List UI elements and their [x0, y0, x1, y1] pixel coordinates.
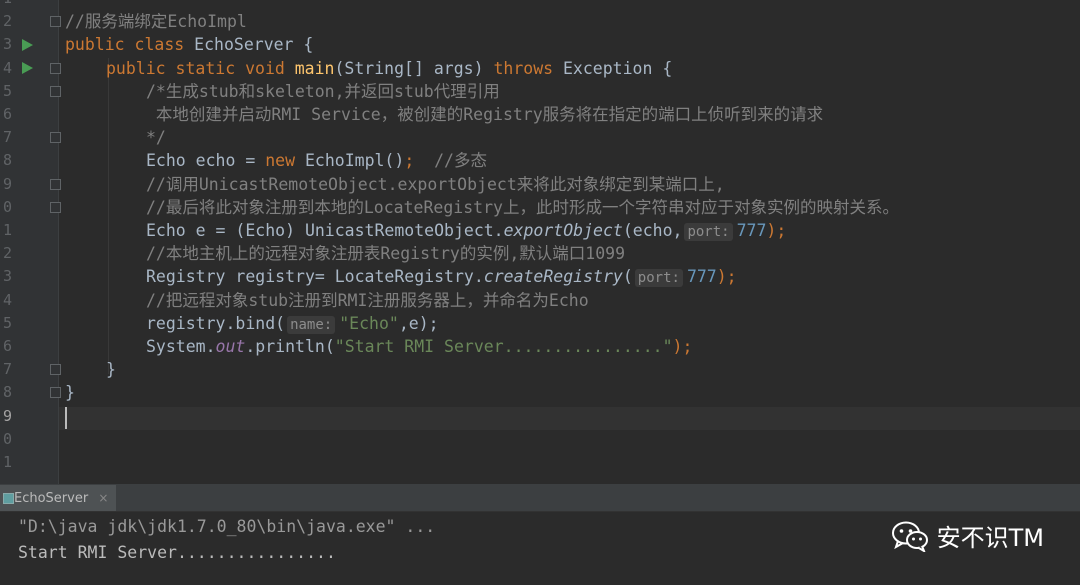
run-tab-label: EchoServer: [14, 491, 89, 506]
line-number: 8: [2, 383, 12, 402]
console-command-line: "D:\java jdk\jdk1.7.0_80\bin\java.exe" .…: [18, 517, 436, 536]
watermark-text: 安不识TM: [936, 524, 1044, 552]
fold-icon[interactable]: [50, 364, 61, 375]
line-number: 4: [2, 290, 12, 309]
line-number: 0: [2, 429, 12, 448]
line-number: 9: [2, 174, 12, 193]
code-line: }: [65, 383, 75, 403]
line-number: 6: [2, 337, 12, 355]
line-number: 1: [2, 453, 12, 471]
fold-icon[interactable]: [50, 16, 61, 27]
line-number: 1: [2, 221, 12, 239]
line-number: 1: [0, 0, 12, 10]
run-tab-bar: EchoServer ×: [0, 485, 1080, 512]
code-line: }: [106, 360, 116, 380]
line-number: 8: [2, 151, 12, 170]
wechat-icon: [891, 521, 928, 552]
code-line: Registry registry= LocateRegistry.create…: [146, 267, 737, 288]
code-line: //把远程对象stub注册到RMI注册服务器上，并命名为Echo: [146, 290, 589, 310]
line-number: 6: [2, 105, 12, 123]
code-line: public static void main(String[] args) t…: [106, 58, 673, 78]
console-output-line: Start RMI Server................: [18, 543, 336, 562]
param-hint: port:: [634, 269, 683, 288]
indent-guide: [108, 58, 109, 374]
close-icon[interactable]: ×: [98, 491, 108, 505]
code-line: public class EchoServer {: [65, 35, 314, 55]
code-line: Echo echo = new EchoImpl(); //多态: [146, 151, 487, 171]
line-number: 2: [2, 244, 12, 263]
text-caret: [65, 407, 67, 429]
line-number: 7: [2, 128, 12, 147]
watermark: 安不识TM: [891, 518, 1044, 553]
code-line: //最后将此对象注册到本地的LocateRegistry上，此时形成一个字符串对…: [146, 197, 899, 217]
fold-icon[interactable]: [50, 387, 61, 398]
run-class-icon[interactable]: [22, 39, 33, 51]
code-line: */: [146, 128, 166, 148]
param-hint: name:: [287, 315, 336, 334]
fold-icon[interactable]: [50, 86, 61, 97]
console-icon: [3, 493, 14, 504]
line-number: 9: [2, 406, 12, 425]
code-line: //调用UnicastRemoteObject.exportObject来将此对…: [146, 174, 725, 194]
code-line: registry.bind(name: "Echo",e);: [146, 313, 439, 334]
code-line: Echo e = (Echo) UnicastRemoteObject.expo…: [146, 221, 787, 241]
param-hint: port:: [684, 223, 733, 241]
run-main-icon[interactable]: [22, 62, 33, 74]
code-line: //本地主机上的远程对象注册表Registry的实例,默认端口1099: [146, 244, 626, 264]
line-number: 3: [2, 267, 12, 286]
line-number: 3: [2, 35, 12, 54]
code-line: /*生成stub和skeleton,并返回stub代理引用: [146, 81, 500, 101]
line-number: 2: [2, 12, 12, 31]
line-number: 5: [2, 81, 12, 100]
fold-icon[interactable]: [50, 202, 61, 213]
code-editor[interactable]: 1 2 3 4 5 6 7 8 9 0 1 2 3 4 5 6 7 8 9 0 …: [0, 0, 1080, 484]
line-number: 7: [2, 360, 12, 379]
code-line: System.out.println("Start RMI Server....…: [146, 337, 693, 356]
fold-icon[interactable]: [50, 179, 61, 190]
current-line-highlight: [59, 406, 1080, 430]
line-number: 0: [2, 197, 12, 216]
code-line: 本地创建并启动RMI Service，被创建的Registry服务将在指定的端口…: [146, 105, 824, 124]
fold-icon[interactable]: [50, 63, 61, 74]
run-tab[interactable]: EchoServer ×: [0, 485, 117, 511]
line-number: 5: [2, 313, 12, 332]
fold-icon[interactable]: [50, 132, 61, 143]
line-number: 4: [2, 58, 12, 77]
code-line: //服务端绑定EchoImpl: [65, 12, 247, 32]
